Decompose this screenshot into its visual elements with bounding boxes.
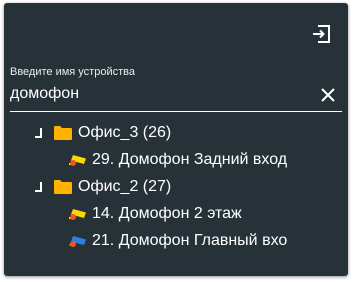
search-field-label: Введите имя устройства bbox=[10, 66, 135, 78]
camera-icon bbox=[69, 155, 86, 166]
exit-button[interactable] bbox=[310, 23, 332, 45]
clear-search-button[interactable] bbox=[320, 87, 336, 103]
device-label: 29. Домофон Задний вход bbox=[92, 151, 288, 168]
expanded-chevron-icon bbox=[35, 128, 42, 138]
device-search-input[interactable] bbox=[10, 82, 310, 106]
camera-icon bbox=[69, 209, 86, 220]
tree-device-item[interactable]: 14. Домофон 2 этаж bbox=[68, 201, 242, 227]
device-label: 14. Домофон 2 этаж bbox=[92, 205, 242, 222]
tree-group-label: Офис_2 (27) bbox=[78, 178, 172, 195]
tree-device-item[interactable]: 21. Домофон Главный вхо bbox=[68, 228, 287, 254]
folder-icon bbox=[54, 126, 72, 140]
expanded-chevron-icon bbox=[35, 182, 42, 192]
device-label: 21. Домофон Главный вхо bbox=[92, 232, 288, 249]
camera-icon bbox=[69, 236, 86, 247]
search-underline bbox=[10, 111, 342, 112]
close-icon bbox=[321, 88, 335, 102]
folder-icon bbox=[54, 180, 72, 194]
tree-group-office-2[interactable]: Офис_2 (27) bbox=[32, 174, 171, 200]
exit-icon bbox=[313, 25, 330, 43]
tree-device-item[interactable]: 29. Домофон Задний вход bbox=[68, 147, 287, 173]
tree-group-office-3[interactable]: Офис_3 (26) bbox=[32, 120, 171, 146]
tree-group-label: Офис_3 (26) bbox=[78, 124, 172, 141]
device-search-panel: Введите имя устройства Офис_3 (26) 29. Д… bbox=[4, 3, 348, 276]
